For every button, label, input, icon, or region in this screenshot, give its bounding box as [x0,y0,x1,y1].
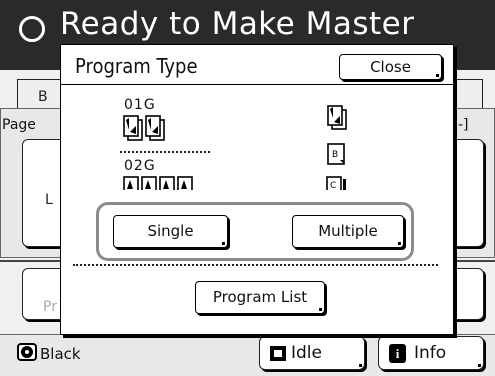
program-label-multiple: 02G [124,158,156,174]
ink-color-label: Black [40,345,81,363]
program-mode-group: Single Multiple [96,202,414,261]
background-bottom-left-label: Pr [43,299,57,315]
background-left-button-label: L [45,192,53,208]
program-divider-dots [120,151,210,153]
dialog-titlebar: Program Type Close [61,45,453,85]
single-button[interactable]: Single [113,215,228,248]
single-pages-icon [123,115,165,141]
close-button-label: Close [370,58,411,76]
info-button[interactable]: i Info [378,336,484,370]
background-row-label-left: Page [2,117,36,133]
page-b-icon: B [327,143,345,165]
idle-label: Idle [291,343,322,363]
info-label: Info [414,343,447,363]
dialog-title: Program Type [75,54,198,78]
status-ring-icon [19,16,45,42]
button-corner-marker [436,74,439,77]
button-corner-marker [398,242,401,245]
multiple-pages-icon [123,176,193,190]
svg-text:B: B [332,150,338,160]
idle-icon [270,346,286,361]
single-button-label: Single [147,222,194,240]
button-corner-marker [319,308,322,311]
background-row-label-right: -] [458,117,469,133]
info-icon: i [389,344,406,363]
ink-drum-icon [17,343,37,361]
program-type-dialog: Program Type Close 01G 02G B C Single Mu… [60,44,454,335]
program-list-button-label: Program List [212,288,308,306]
close-button[interactable]: Close [339,54,442,80]
button-corner-marker [359,364,362,367]
dialog-separator [73,264,438,266]
multiple-button[interactable]: Multiple [292,215,404,248]
button-corner-marker [222,242,225,245]
program-label-single: 01G [124,97,156,113]
program-list-button[interactable]: Program List [195,281,325,314]
status-text: Ready to Make Master [60,6,415,42]
background-tab-left-label: B [38,89,48,105]
idle-button[interactable]: Idle [259,336,365,370]
button-corner-marker [478,364,481,367]
sorted-pages-icon [327,105,347,130]
multiple-button-label: Multiple [318,222,378,240]
svg-text:C: C [330,181,336,190]
page-c-icon: C [326,176,346,190]
